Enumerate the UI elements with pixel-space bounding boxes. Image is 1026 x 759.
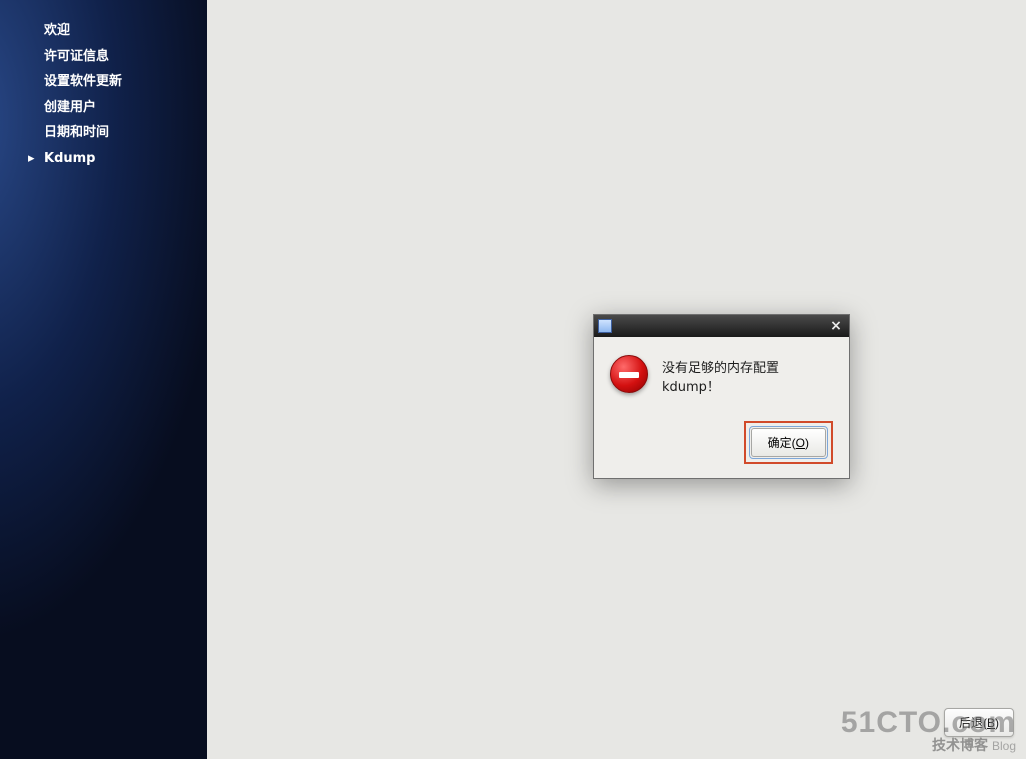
ok-button-label-head: 确定( (768, 436, 796, 450)
firstboot-screen: 欢迎 许可证信息 设置软件更新 创建用户 日期和时间 Kdump × 没有足够的… (0, 0, 1026, 759)
back-button[interactable]: 后退(B) (944, 708, 1014, 737)
window-icon (598, 319, 612, 333)
dialog-message: 没有足够的内存配置 kdump！ (662, 355, 833, 395)
error-dialog: × 没有足够的内存配置 kdump！ 确定(O) (593, 314, 850, 479)
back-button-mnemonic: B (987, 716, 995, 730)
watermark-line2: 技术博客Blog (841, 738, 1016, 753)
sidebar-list: 欢迎 许可证信息 设置软件更新 创建用户 日期和时间 Kdump (0, 18, 207, 171)
sidebar: 欢迎 许可证信息 设置软件更新 创建用户 日期和时间 Kdump (0, 0, 207, 759)
ok-button[interactable]: 确定(O) (751, 428, 826, 457)
dialog-titlebar[interactable]: × (594, 315, 849, 337)
sidebar-item-welcome[interactable]: 欢迎 (0, 18, 207, 44)
dialog-body: 没有足够的内存配置 kdump！ 确定(O) (594, 337, 849, 478)
main-pane: × 没有足够的内存配置 kdump！ 确定(O) (207, 0, 1026, 759)
sidebar-item-create-user[interactable]: 创建用户 (0, 95, 207, 121)
back-button-label-tail: ) (995, 716, 999, 730)
error-icon (610, 355, 648, 393)
footer-actions: 后退(B) (944, 708, 1014, 737)
ok-button-label-tail: ) (805, 436, 809, 450)
back-button-label-head: 后退( (959, 716, 987, 730)
sidebar-item-updates[interactable]: 设置软件更新 (0, 69, 207, 95)
ok-button-mnemonic: O (796, 436, 805, 450)
sidebar-item-license[interactable]: 许可证信息 (0, 44, 207, 70)
sidebar-item-kdump[interactable]: Kdump (0, 146, 207, 172)
close-icon[interactable]: × (827, 319, 845, 333)
sidebar-item-datetime[interactable]: 日期和时间 (0, 120, 207, 146)
ok-button-highlight: 确定(O) (744, 421, 833, 464)
